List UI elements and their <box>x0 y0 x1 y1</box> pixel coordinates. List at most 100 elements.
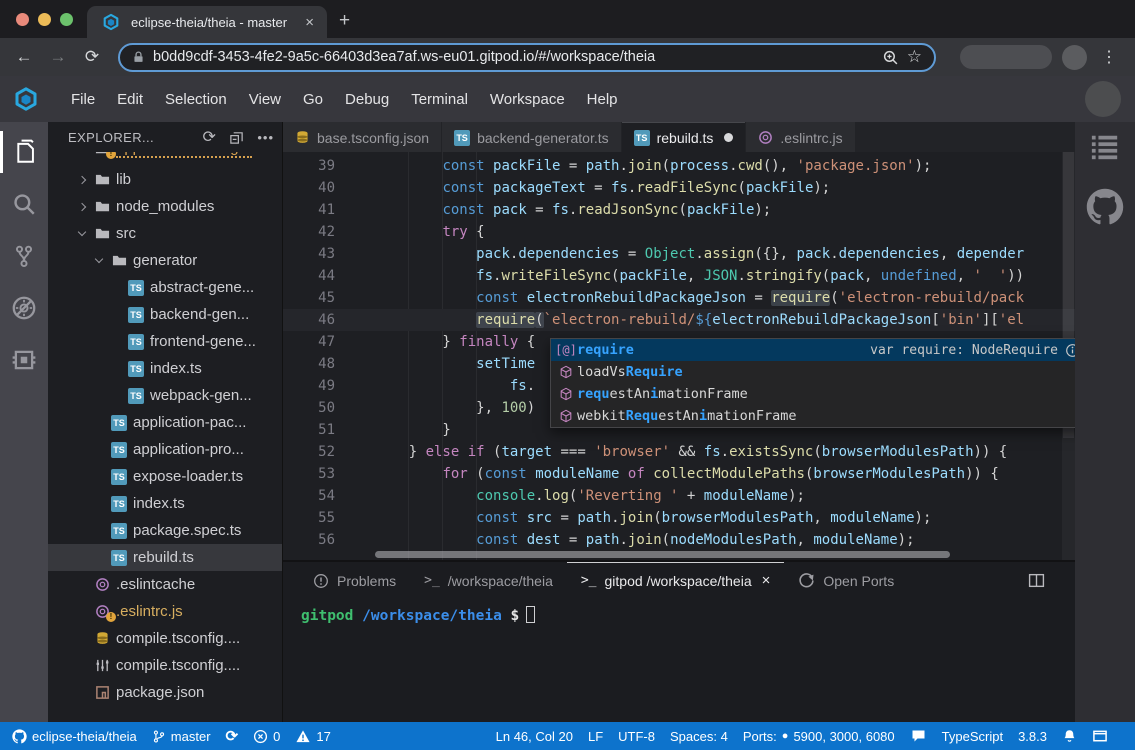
editor-tab-.eslintrc.js[interactable]: .eslintrc.js <box>746 122 854 152</box>
gitpod-logo-icon[interactable] <box>14 84 44 114</box>
menu-edit[interactable]: Edit <box>106 84 154 115</box>
suggestion-require[interactable]: [@]requirevar require: NodeRequire <box>551 339 1075 361</box>
tree-item-index.ts[interactable]: TSindex.ts <box>48 490 282 517</box>
close-tab-icon[interactable]: × <box>302 14 317 31</box>
tree-item-compile.tsconfig....[interactable]: compile.tsconfig.... <box>48 652 282 679</box>
status-branch[interactable]: master <box>152 729 211 744</box>
tree-item-application-pro...[interactable]: TSapplication-pro... <box>48 436 282 463</box>
terminal[interactable]: gitpod /workspace/theia $ <box>283 598 1075 722</box>
split-panel-icon[interactable] <box>1028 572 1067 589</box>
tree-item-generator[interactable]: generator <box>48 247 282 274</box>
status-encoding[interactable]: UTF-8 <box>618 729 655 744</box>
typescript-file-icon: TS <box>124 361 148 377</box>
status-window-indicator[interactable] <box>1092 729 1108 744</box>
panel-tab--workspace-theia[interactable]: >_/workspace/theia <box>410 562 567 598</box>
tree-item-webpack-gen...[interactable]: TSwebpack-gen... <box>48 382 282 409</box>
tree-item-src[interactable]: src <box>48 220 282 247</box>
extensions-pill[interactable] <box>960 45 1052 69</box>
right-activity-github[interactable] <box>1086 188 1124 226</box>
collapse-all-button[interactable] <box>229 127 244 147</box>
chevron-down-icon[interactable] <box>90 259 107 262</box>
activity-debug[interactable] <box>0 282 48 334</box>
editor-tab-backend-generator.ts[interactable]: TSbackend-generator.ts <box>442 122 621 152</box>
activity-search[interactable] <box>0 178 48 230</box>
activity-source-control[interactable] <box>0 230 48 282</box>
status-ts-version[interactable]: 3.8.3 <box>1018 729 1047 744</box>
suggestion-loadvsrequire[interactable]: loadVsRequire <box>551 361 1075 383</box>
status-sync[interactable]: ⟳ <box>226 727 239 745</box>
tree-item-application-pac...[interactable]: TSapplication-pac... <box>48 409 282 436</box>
tree-item-lib[interactable]: lib <box>48 166 282 193</box>
tree-item-application-manager[interactable]: !application-manager <box>48 152 282 166</box>
more-actions-button[interactable]: ••• <box>257 127 274 147</box>
status-eol[interactable]: LF <box>588 729 603 744</box>
tree-item-.eslintrc.js[interactable]: !.eslintrc.js <box>48 598 282 625</box>
chevron-right-icon[interactable] <box>73 177 90 183</box>
tree-item-frontend-gene...[interactable]: TSfrontend-gene... <box>48 328 282 355</box>
menu-selection[interactable]: Selection <box>154 84 238 115</box>
editor-tab-rebuild.ts[interactable]: TSrebuild.ts <box>622 122 746 152</box>
menu-workspace[interactable]: Workspace <box>479 84 576 115</box>
menu-help[interactable]: Help <box>576 84 629 115</box>
user-avatar[interactable] <box>1085 81 1121 117</box>
activity-files[interactable] <box>0 126 48 178</box>
chevron-right-icon[interactable] <box>73 204 90 210</box>
status-warnings[interactable]: 17 <box>295 729 330 744</box>
browser-tab[interactable]: eclipse-theia/theia - master × <box>87 6 327 38</box>
menu-go[interactable]: Go <box>292 84 334 115</box>
chevron-down-icon[interactable] <box>73 232 90 235</box>
url-text[interactable]: b0dd9cdf-3453-4fe2-9a5c-66403d3ea7af.ws-… <box>153 49 874 65</box>
minimize-window-button[interactable] <box>38 13 51 26</box>
tree-item-backend-gen...[interactable]: TSbackend-gen... <box>48 301 282 328</box>
reload-button[interactable]: ⟳ <box>78 47 106 67</box>
panel-tab-open-ports[interactable]: Open Ports <box>784 562 908 598</box>
menu-file[interactable]: File <box>60 84 106 115</box>
status-repo[interactable]: eclipse-theia/theia <box>12 729 137 744</box>
close-window-button[interactable] <box>16 13 29 26</box>
tree-item-package.json[interactable]: package.json <box>48 679 282 706</box>
status-feedback[interactable] <box>910 728 927 744</box>
close-terminal-icon[interactable]: × <box>762 572 771 589</box>
panel-tab-problems[interactable]: Problems <box>299 562 410 598</box>
zoom-window-button[interactable] <box>60 13 73 26</box>
tree-item-.eslintcache[interactable]: .eslintcache <box>48 571 282 598</box>
right-activity-outline[interactable] <box>1088 132 1122 162</box>
browser-avatar[interactable] <box>1062 45 1087 70</box>
editor-tab-base.tsconfig.json[interactable]: base.tsconfig.json <box>283 122 441 152</box>
new-tab-button[interactable]: + <box>327 10 364 38</box>
status-language[interactable]: TypeScript <box>942 729 1003 744</box>
activity-plugins[interactable] <box>0 334 48 386</box>
tree-item-package.spec.ts[interactable]: TSpackage.spec.ts <box>48 517 282 544</box>
code-editor[interactable]: 39 const packFile = path.join(process.cw… <box>283 152 1075 560</box>
suggestion-requestanimationframe[interactable]: requestAnimationFrame <box>551 383 1075 405</box>
status-notifications[interactable] <box>1062 728 1077 744</box>
tab-label: backend-generator.ts <box>477 130 609 146</box>
status-ports[interactable]: Ports:●5900, 3000, 6080 <box>743 729 895 744</box>
menu-debug[interactable]: Debug <box>334 84 400 115</box>
horizontal-scrollbar[interactable] <box>375 551 950 558</box>
menu-terminal[interactable]: Terminal <box>400 84 479 115</box>
tree-item-compile.tsconfig....[interactable]: compile.tsconfig.... <box>48 625 282 652</box>
forward-button[interactable]: → <box>44 47 72 67</box>
tree-item-abstract-gene...[interactable]: TSabstract-gene... <box>48 274 282 301</box>
suggestion-webkitrequestanimationframe[interactable]: webkitRequestAnimationFrame <box>551 405 1075 427</box>
status-indentation[interactable]: Spaces: 4 <box>670 729 728 744</box>
tree-item-node-modules[interactable]: node_modules <box>48 193 282 220</box>
kebab-menu-icon[interactable]: ⋮ <box>1097 47 1121 67</box>
back-button[interactable]: ← <box>10 47 38 67</box>
tree-item-rebuild.ts[interactable]: TSrebuild.ts <box>48 544 282 571</box>
status-errors[interactable]: 0 <box>253 729 280 744</box>
terminal-icon: >_ <box>581 573 597 588</box>
menu-view[interactable]: View <box>238 84 292 115</box>
url-bar[interactable]: b0dd9cdf-3453-4fe2-9a5c-66403d3ea7af.ws-… <box>118 43 936 72</box>
zoom-icon[interactable] <box>882 49 899 66</box>
info-circle-icon[interactable] <box>1065 343 1075 358</box>
star-bookmark-icon[interactable]: ☆ <box>907 47 922 67</box>
refresh-button[interactable]: ⟳ <box>203 127 217 147</box>
tree-item-expose-loader.ts[interactable]: TSexpose-loader.ts <box>48 463 282 490</box>
dirty-dot[interactable] <box>724 133 733 142</box>
code-line-44: 44 fs.writeFileSync(packFile, JSON.strin… <box>283 265 1075 287</box>
tree-item-index.ts[interactable]: TSindex.ts <box>48 355 282 382</box>
status-cursor-position[interactable]: Ln 46, Col 20 <box>496 729 573 744</box>
panel-tab-gitpod-workspace-theia[interactable]: >_gitpod /workspace/theia× <box>567 562 785 598</box>
